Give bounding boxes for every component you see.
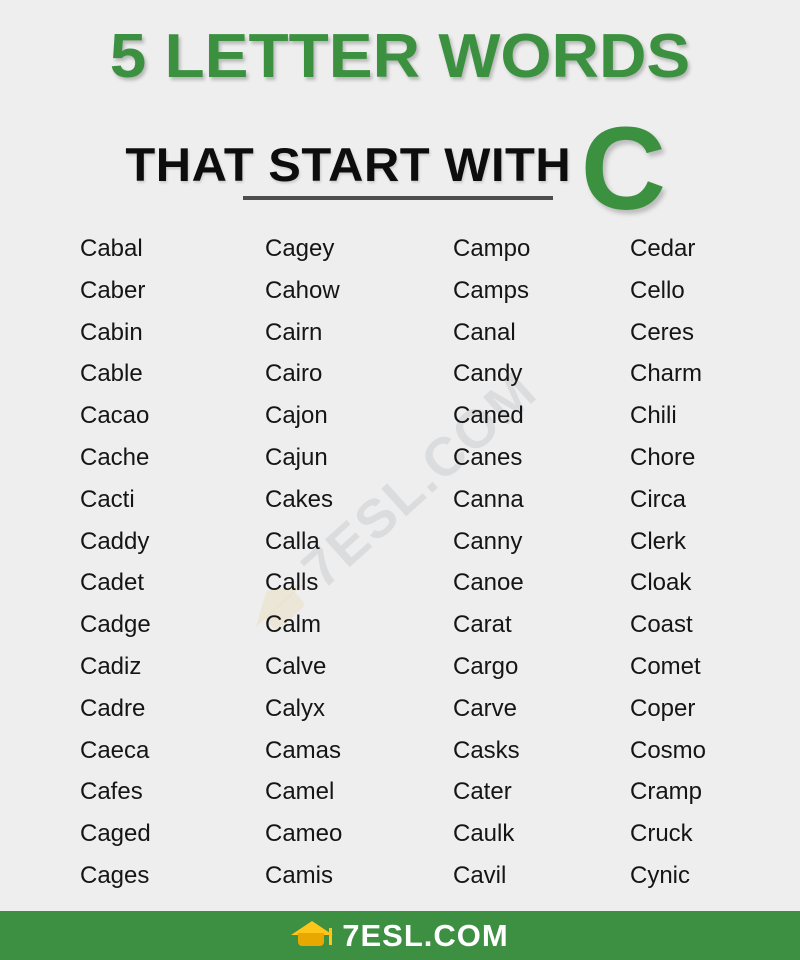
infographic-page: 7ESL.COM 5 LETTER WORDS THAT START WITH … bbox=[0, 0, 800, 960]
word-column-3: Campo Camps Canal Candy Caned Canes Cann… bbox=[453, 228, 630, 897]
word-item: Camel bbox=[265, 778, 335, 806]
word-item: Camas bbox=[265, 736, 342, 764]
word-item: Cafes bbox=[80, 778, 143, 806]
word-item: Cavil bbox=[453, 861, 507, 889]
word-item: Cameo bbox=[265, 820, 343, 848]
word-item: Carve bbox=[453, 694, 518, 722]
word-item: Calve bbox=[265, 652, 327, 680]
word-column-4: Cedar Cello Ceres Charm Chili Chore Circ… bbox=[630, 228, 800, 897]
word-item: Cable bbox=[80, 360, 143, 388]
word-item: Cater bbox=[453, 778, 512, 806]
highlight-letter: C bbox=[580, 103, 666, 235]
word-item: Cairn bbox=[265, 318, 323, 346]
word-item: Canny bbox=[453, 527, 523, 555]
cap-base bbox=[298, 933, 325, 946]
word-column-1: Cabal Caber Cabin Cable Cacao Cache Cact… bbox=[0, 228, 265, 897]
word-item: Cairo bbox=[265, 360, 323, 388]
word-item: Cabal bbox=[80, 235, 143, 262]
word-item: Calla bbox=[265, 527, 320, 555]
word-item: Caeca bbox=[80, 736, 150, 764]
word-item: Cajon bbox=[265, 402, 328, 430]
word-item: Cruck bbox=[630, 820, 693, 848]
word-item: Canes bbox=[453, 443, 523, 471]
cap-tassel bbox=[329, 928, 333, 945]
word-item: Chili bbox=[630, 402, 677, 430]
word-item: Cabin bbox=[80, 318, 143, 346]
word-item: Cosmo bbox=[630, 736, 707, 764]
word-item: Cahow bbox=[265, 276, 340, 304]
word-item: Cache bbox=[80, 443, 150, 471]
page-subtitle: THAT START WITH bbox=[125, 137, 572, 191]
word-item: Cadge bbox=[80, 611, 151, 639]
word-item: Cadet bbox=[80, 569, 145, 597]
word-item: Cargo bbox=[453, 652, 519, 680]
word-item: Chore bbox=[630, 443, 696, 471]
word-item: Cello bbox=[630, 276, 685, 304]
word-item: Coast bbox=[630, 611, 693, 639]
word-item: Clerk bbox=[630, 527, 687, 555]
word-item: Cynic bbox=[630, 861, 691, 889]
word-item: Cacao bbox=[80, 402, 150, 430]
word-item: Camis bbox=[265, 861, 334, 889]
word-column-2: Cagey Cahow Cairn Cairo Cajon Cajun Cake… bbox=[265, 228, 453, 897]
word-item: Caned bbox=[453, 402, 524, 430]
word-item: Caulk bbox=[453, 820, 515, 848]
word-item: Coper bbox=[630, 694, 696, 722]
word-item: Canal bbox=[453, 318, 516, 346]
word-item: Cramp bbox=[630, 778, 703, 806]
word-item: Cadiz bbox=[80, 652, 142, 680]
word-item: Casks bbox=[453, 736, 520, 764]
word-item: Calls bbox=[265, 569, 319, 597]
word-item: Cloak bbox=[630, 569, 692, 597]
word-item: Cacti bbox=[80, 485, 135, 513]
word-item: Canoe bbox=[453, 569, 524, 597]
word-item: Camps bbox=[453, 276, 530, 304]
word-item: Cagey bbox=[265, 235, 335, 262]
word-item: Carat bbox=[453, 611, 512, 639]
footer-brand-bar: 7ESL.COM bbox=[0, 911, 800, 960]
word-item: Circa bbox=[630, 485, 687, 513]
word-item: Charm bbox=[630, 360, 703, 388]
word-item: Comet bbox=[630, 652, 701, 680]
word-item: Candy bbox=[453, 360, 523, 388]
word-item: Calyx bbox=[265, 694, 326, 722]
word-item: Canna bbox=[453, 485, 524, 513]
word-grid: Cabal Caber Cabin Cable Cacao Cache Cact… bbox=[0, 228, 800, 897]
graduation-cap-icon bbox=[291, 919, 334, 952]
word-item: Caber bbox=[80, 276, 146, 304]
title-divider bbox=[243, 196, 553, 200]
word-item: Calm bbox=[265, 611, 322, 639]
word-item: Cakes bbox=[265, 485, 334, 513]
word-item: Ceres bbox=[630, 318, 695, 346]
word-item: Cajun bbox=[265, 443, 328, 471]
footer-brand-text: 7ESL.COM bbox=[342, 918, 509, 953]
word-item: Caged bbox=[80, 820, 151, 848]
word-item: Caddy bbox=[80, 527, 150, 555]
word-item: Cages bbox=[80, 861, 150, 889]
word-item: Cadre bbox=[80, 694, 146, 722]
page-title: 5 LETTER WORDS bbox=[109, 22, 691, 91]
